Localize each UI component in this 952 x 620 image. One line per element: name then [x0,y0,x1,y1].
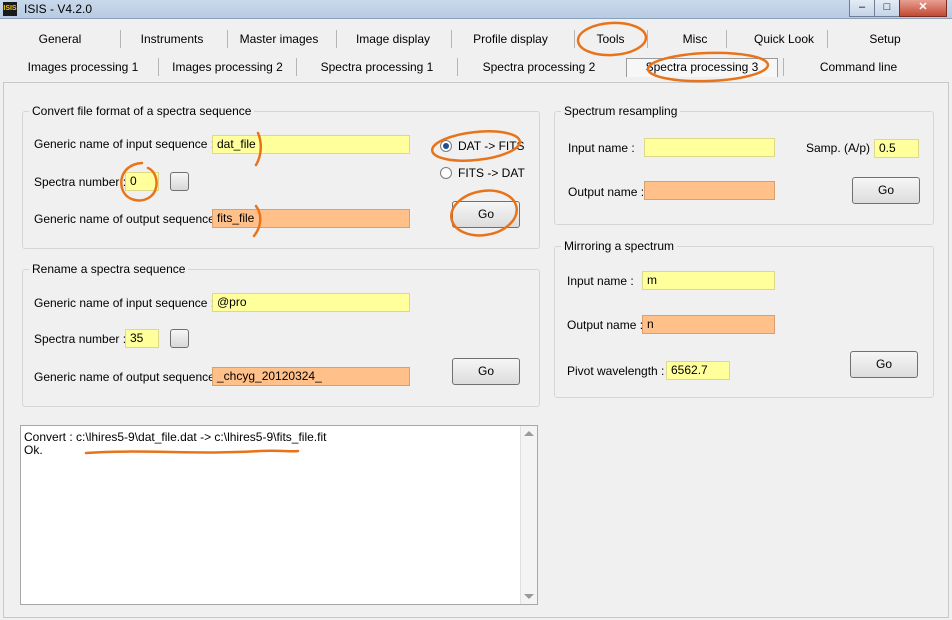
convert-number-label: Spectra number : [34,175,127,189]
log-output[interactable]: Convert : c:\lhires5-9\dat_file.dat -> c… [20,425,538,605]
resampling-go-button[interactable]: Go [852,177,920,204]
resampling-group-title: Spectrum resampling [561,104,681,118]
log-line: Convert : c:\lhires5-9\dat_file.dat -> c… [24,430,327,444]
tab-separator [574,30,575,48]
rename-number-label: Spectra number : [34,332,127,346]
tab-images-processing-1[interactable]: Images processing 1 [8,58,158,76]
rename-input-field[interactable]: @pro [212,293,410,312]
tab-master-images[interactable]: Master images [229,30,329,48]
tab-quick-look[interactable]: Quick Look [728,30,840,48]
resampling-group: Spectrum resampling [554,104,934,225]
rename-go-button[interactable]: Go [452,358,520,385]
convert-number-button[interactable] [170,172,189,191]
tab-separator [726,30,727,48]
pivot-label: Pivot wavelength : [567,364,665,378]
dat-to-fits-radio[interactable] [440,140,452,152]
convert-group-title: Convert file format of a spectra sequenc… [29,104,255,118]
rename-number-field[interactable]: 35 [125,329,159,348]
tab-separator [783,58,784,76]
mirroring-output-field[interactable]: n [642,315,775,334]
tab-separator [336,30,337,48]
tab-image-display[interactable]: Image display [338,30,448,48]
close-button[interactable]: ✕ [899,0,947,17]
tab-tools[interactable]: Tools [578,30,643,48]
resampling-input-field[interactable] [644,138,775,157]
tab-separator [457,58,458,76]
convert-input-field[interactable]: dat_file [212,135,410,154]
convert-input-label: Generic name of input sequence : [34,137,215,151]
tab-separator [227,30,228,48]
tab-separator [827,30,828,48]
samp-label: Samp. (A/p) : [806,141,877,155]
tab-setup[interactable]: Setup [830,30,940,48]
mirroring-input-label: Input name : [567,274,634,288]
convert-output-label: Generic name of output sequence : [34,212,222,226]
scroll-up-icon[interactable] [524,431,534,436]
resampling-output-field[interactable] [644,181,775,200]
rename-output-label: Generic name of output sequence : [34,370,222,384]
convert-number-field[interactable]: 0 [125,172,159,191]
tab-command-line[interactable]: Command line [786,58,931,76]
tab-separator [647,30,648,48]
rename-input-label: Generic name of input sequence : [34,296,215,310]
tab-separator [120,30,121,48]
convert-output-field[interactable]: fits_file [212,209,410,228]
rename-number-button[interactable] [170,329,189,348]
tab-spectra-processing-1[interactable]: Spectra processing 1 [298,58,456,76]
tab-instruments[interactable]: Instruments [122,30,222,48]
rename-group-title: Rename a spectra sequence [29,262,189,276]
fits-to-dat-radio[interactable] [440,167,452,179]
log-line: Ok. [24,443,43,457]
mirroring-input-field[interactable]: m [642,271,775,290]
log-scrollbar[interactable] [520,426,537,604]
title-bar: ISIS ISIS - V4.2.0 – □ ✕ [0,0,952,19]
pivot-field[interactable]: 6562.7 [666,361,730,380]
minimize-button[interactable]: – [849,0,875,17]
maximize-button[interactable]: □ [874,0,900,17]
convert-go-button[interactable]: Go [452,201,520,228]
tab-spectra-processing-3[interactable]: Spectra processing 3 [626,58,778,77]
fits-to-dat-label: FITS -> DAT [458,166,525,180]
mirroring-output-label: Output name : [567,318,644,332]
scroll-down-icon[interactable] [524,594,534,599]
tab-separator [451,30,452,48]
resampling-output-label: Output name : [568,185,645,199]
samp-field[interactable]: 0.5 [874,139,919,158]
tab-general[interactable]: General [8,30,112,48]
tab-spectra-processing-2[interactable]: Spectra processing 2 [459,58,619,76]
tab-separator [158,58,159,76]
rename-output-field[interactable]: _chcyg_20120324_ [212,367,410,386]
app-icon: ISIS [3,2,17,16]
tab-separator [296,58,297,76]
dat-to-fits-label: DAT -> FITS [458,139,525,153]
tab-images-processing-2[interactable]: Images processing 2 [160,58,295,76]
tab-profile-display[interactable]: Profile display [453,30,568,48]
mirroring-go-button[interactable]: Go [850,351,918,378]
window-title: ISIS - V4.2.0 [24,2,93,16]
mirroring-group-title: Mirroring a spectrum [561,239,678,253]
resampling-input-label: Input name : [568,141,635,155]
